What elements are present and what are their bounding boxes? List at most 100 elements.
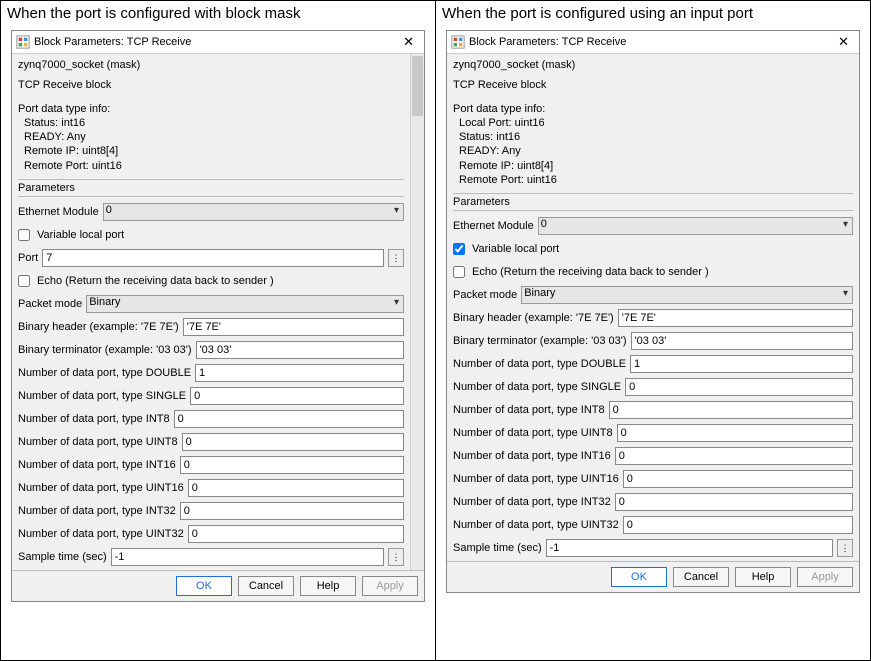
num-uint32-label: Number of data port, type UINT32 <box>453 519 619 531</box>
scroll-thumb[interactable] <box>412 56 423 116</box>
titlebar: Block Parameters: TCP Receive ✕ <box>447 31 859 54</box>
sample-time-label: Sample time (sec) <box>18 551 107 563</box>
packet-mode-select[interactable]: Binary <box>86 295 404 313</box>
port-info-line: Local Port: uint16 <box>459 116 853 130</box>
mask-name: zynq7000_socket (mask) <box>18 58 404 72</box>
binary-terminator-label: Binary terminator (example: '03 03') <box>18 344 192 356</box>
num-double-label: Number of data port, type DOUBLE <box>453 358 626 370</box>
num-int8-input[interactable] <box>174 410 404 428</box>
binary-header-label: Binary header (example: '7E 7E') <box>453 312 614 324</box>
close-icon[interactable]: ✕ <box>399 34 418 50</box>
help-button[interactable]: Help <box>735 567 791 587</box>
ethernet-module-select[interactable]: 0 <box>103 203 404 221</box>
close-icon[interactable]: ✕ <box>834 34 853 50</box>
ok-button[interactable]: OK <box>611 567 667 587</box>
window-title: Block Parameters: TCP Receive <box>34 36 399 48</box>
num-single-input[interactable] <box>625 378 853 396</box>
packet-mode-label: Packet mode <box>453 289 517 301</box>
port-info-line: Remote Port: uint16 <box>459 173 853 187</box>
variable-local-port-checkbox[interactable] <box>453 243 465 255</box>
echo-checkbox[interactable] <box>453 266 465 278</box>
num-int16-label: Number of data port, type INT16 <box>453 450 611 462</box>
binary-terminator-input[interactable] <box>631 332 853 350</box>
port-info-heading: Port data type info: <box>18 102 404 116</box>
num-int8-input[interactable] <box>609 401 853 419</box>
num-uint32-label: Number of data port, type UINT32 <box>18 528 184 540</box>
num-uint8-label: Number of data port, type UINT8 <box>18 436 178 448</box>
port-info-heading: Port data type info: <box>453 102 853 116</box>
apply-button[interactable]: Apply <box>797 567 853 587</box>
num-single-label: Number of data port, type SINGLE <box>18 390 186 402</box>
app-icon <box>451 35 465 49</box>
echo-checkbox[interactable] <box>18 275 30 287</box>
num-int16-input[interactable] <box>615 447 853 465</box>
port-info-line: Status: int16 <box>24 116 404 130</box>
sample-time-input[interactable] <box>111 548 384 566</box>
num-uint16-input[interactable] <box>188 479 404 497</box>
cancel-button[interactable]: Cancel <box>673 567 729 587</box>
sample-time-label: Sample time (sec) <box>453 542 542 554</box>
num-uint32-input[interactable] <box>188 525 404 543</box>
dialog-left: Block Parameters: TCP Receive ✕ zynq7000… <box>11 30 425 602</box>
packet-mode-select[interactable]: Binary <box>521 286 853 304</box>
mask-name: zynq7000_socket (mask) <box>453 58 853 72</box>
num-int16-input[interactable] <box>180 456 404 474</box>
port-input[interactable] <box>42 249 384 267</box>
comparison-table: When the port is configured with block m… <box>0 0 871 661</box>
port-extra-button[interactable]: ⋮ <box>388 249 404 267</box>
num-uint8-input[interactable] <box>617 424 853 442</box>
ethernet-module-select[interactable]: 0 <box>538 217 853 235</box>
variable-local-port-checkbox[interactable] <box>18 229 30 241</box>
app-icon <box>16 35 30 49</box>
port-info-line: Remote Port: uint16 <box>24 159 404 173</box>
port-info-line: READY: Any <box>24 130 404 144</box>
block-description: TCP Receive block <box>453 78 853 92</box>
echo-label: Echo (Return the receiving data back to … <box>37 275 274 287</box>
variable-local-port-label: Variable local port <box>472 243 559 255</box>
num-int8-label: Number of data port, type INT8 <box>18 413 170 425</box>
help-button[interactable]: Help <box>300 576 356 596</box>
scrollbar[interactable] <box>410 54 424 570</box>
sample-time-extra-button[interactable]: ⋮ <box>837 539 853 557</box>
num-double-input[interactable] <box>630 355 853 373</box>
block-description: TCP Receive block <box>18 78 404 92</box>
num-uint8-label: Number of data port, type UINT8 <box>453 427 613 439</box>
num-int32-input[interactable] <box>615 493 853 511</box>
binary-header-label: Binary header (example: '7E 7E') <box>18 321 179 333</box>
cancel-button[interactable]: Cancel <box>238 576 294 596</box>
num-single-label: Number of data port, type SINGLE <box>453 381 621 393</box>
num-int32-input[interactable] <box>180 502 404 520</box>
num-uint32-input[interactable] <box>623 516 853 534</box>
titlebar: Block Parameters: TCP Receive ✕ <box>12 31 424 54</box>
num-uint16-input[interactable] <box>623 470 853 488</box>
num-uint16-label: Number of data port, type UINT16 <box>18 482 184 494</box>
num-double-input[interactable] <box>195 364 404 382</box>
binary-header-input[interactable] <box>183 318 404 336</box>
parameters-heading: Parameters <box>453 193 853 211</box>
parameters-heading: Parameters <box>18 179 404 197</box>
num-int8-label: Number of data port, type INT8 <box>453 404 605 416</box>
left-column-header: When the port is configured with block m… <box>1 1 435 24</box>
port-info-line: Remote IP: uint8[4] <box>459 159 853 173</box>
num-int32-label: Number of data port, type INT32 <box>18 505 176 517</box>
num-single-input[interactable] <box>190 387 404 405</box>
binary-terminator-input[interactable] <box>196 341 404 359</box>
ethernet-module-label: Ethernet Module <box>453 220 534 232</box>
port-label: Port <box>18 252 38 264</box>
sample-time-extra-button[interactable]: ⋮ <box>388 548 404 566</box>
port-info-line: Status: int16 <box>459 130 853 144</box>
ok-button[interactable]: OK <box>176 576 232 596</box>
ethernet-module-label: Ethernet Module <box>18 206 99 218</box>
apply-button[interactable]: Apply <box>362 576 418 596</box>
num-int32-label: Number of data port, type INT32 <box>453 496 611 508</box>
num-uint16-label: Number of data port, type UINT16 <box>453 473 619 485</box>
port-info-line: Remote IP: uint8[4] <box>24 144 404 158</box>
binary-header-input[interactable] <box>618 309 853 327</box>
dialog-right: Block Parameters: TCP Receive ✕ zynq7000… <box>446 30 860 593</box>
packet-mode-label: Packet mode <box>18 298 82 310</box>
num-int16-label: Number of data port, type INT16 <box>18 459 176 471</box>
binary-terminator-label: Binary terminator (example: '03 03') <box>453 335 627 347</box>
window-title: Block Parameters: TCP Receive <box>469 36 834 48</box>
num-uint8-input[interactable] <box>182 433 404 451</box>
sample-time-input[interactable] <box>546 539 833 557</box>
